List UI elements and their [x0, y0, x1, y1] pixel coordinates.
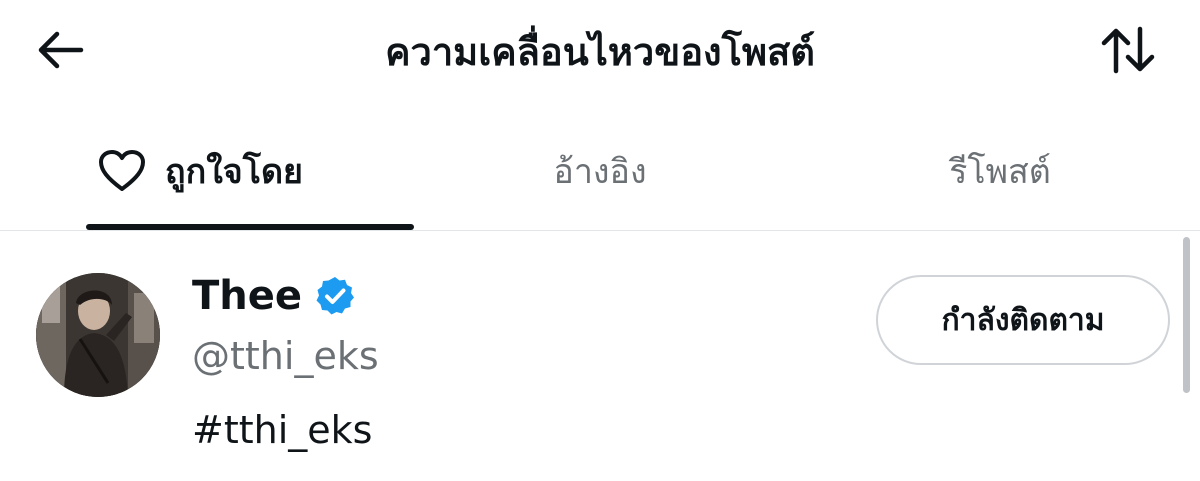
sort-button[interactable]: [1092, 22, 1164, 78]
page-title: ความเคลื่อนไหวของโพสต์: [385, 30, 815, 74]
scrollbar[interactable]: [1183, 237, 1190, 393]
tab-quotes[interactable]: อ้างอิง: [400, 112, 800, 230]
verified-badge-icon: [314, 275, 356, 317]
tab-reposts[interactable]: รีโพสต์: [800, 112, 1200, 230]
tab-label: รีโพสต์: [949, 152, 1051, 192]
following-button[interactable]: กำลังติดตาม: [876, 275, 1170, 365]
display-name[interactable]: Thee: [192, 273, 302, 319]
heart-icon: [97, 149, 147, 193]
tab-bar: ถูกใจโดย อ้างอิง รีโพสต์: [0, 112, 1200, 230]
user-list-item[interactable]: Thee @tthi_eks #tthi_eks กำลังติดตาม: [0, 231, 1200, 481]
tab-label: อ้างอิง: [553, 152, 647, 192]
avatar[interactable]: [36, 273, 160, 397]
display-name-row: Thee: [192, 271, 356, 321]
user-handle: @tthi_eks: [192, 334, 379, 378]
top-bar: ความเคลื่อนไหวของโพสต์: [0, 0, 1200, 108]
sort-arrows-icon: [1101, 26, 1155, 74]
user-bio-hashtag[interactable]: #tthi_eks: [192, 405, 372, 455]
tab-label: ถูกใจโดย: [165, 152, 303, 192]
tab-liked-by[interactable]: ถูกใจโดย: [0, 112, 414, 230]
